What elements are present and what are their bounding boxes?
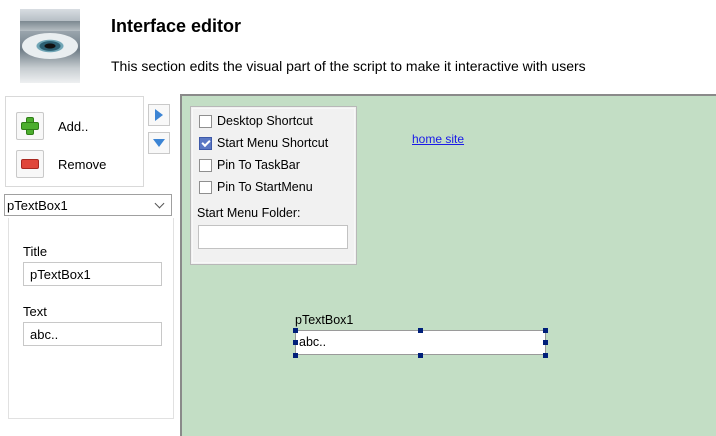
checkbox-label: Desktop Shortcut (217, 114, 313, 128)
home-site-link[interactable]: home site (412, 132, 464, 146)
add-icon-box (16, 112, 44, 140)
add-button-label: Add.. (58, 118, 89, 134)
resize-handle[interactable] (543, 328, 548, 333)
desktop-shortcut-checkbox[interactable]: Desktop Shortcut (199, 114, 313, 128)
resize-handle[interactable] (543, 353, 548, 358)
control-selector-dropdown[interactable]: pTextBox1 (4, 194, 172, 216)
minus-icon (21, 159, 39, 169)
text-property-label: Text (23, 304, 47, 319)
remove-icon-box (16, 150, 44, 178)
checkbox-box-checked[interactable] (199, 136, 212, 150)
header: Interface editor This section edits the … (0, 0, 716, 94)
shortcut-options-group[interactable]: Desktop Shortcut Start Menu Shortcut Pin… (190, 106, 357, 265)
resize-handle[interactable] (543, 340, 548, 345)
eye-icon (20, 9, 80, 83)
pin-startmenu-checkbox[interactable]: Pin To StartMenu (199, 180, 313, 194)
checkbox-label: Pin To StartMenu (217, 180, 313, 194)
checkbox-box[interactable] (199, 158, 212, 172)
resize-handle[interactable] (418, 328, 423, 333)
pin-taskbar-checkbox[interactable]: Pin To TaskBar (199, 158, 300, 172)
selected-textbox[interactable]: abc.. (295, 330, 546, 355)
checkbox-label: Start Menu Shortcut (217, 136, 329, 150)
plus-icon (21, 117, 39, 135)
resize-handle[interactable] (293, 353, 298, 358)
logo-eye (22, 33, 78, 59)
title-property-label: Title (23, 244, 48, 259)
move-down-button[interactable] (148, 132, 170, 154)
control-selector-value: pTextBox1 (7, 197, 68, 213)
start-menu-folder-label: Start Menu Folder: (197, 206, 301, 220)
properties-panel: Title Text (8, 218, 174, 419)
move-right-button[interactable] (148, 104, 170, 126)
controls-panel: Add.. Remove pTextBox1 Title Text (0, 94, 180, 436)
start-menu-shortcut-checkbox[interactable]: Start Menu Shortcut (199, 136, 328, 150)
text-property-input[interactable] (23, 322, 162, 346)
logo-brow (20, 21, 80, 31)
design-canvas[interactable]: Desktop Shortcut Start Menu Shortcut Pin… (180, 94, 716, 436)
add-button[interactable]: Add.. (16, 112, 88, 140)
page-title: Interface editor (111, 16, 242, 36)
checkbox-box[interactable] (199, 180, 212, 194)
remove-button[interactable]: Remove (16, 150, 106, 178)
title-property-input[interactable] (23, 262, 162, 286)
arrow-right-icon (155, 109, 163, 121)
resize-handle[interactable] (293, 328, 298, 333)
checkbox-box[interactable] (199, 114, 212, 128)
arrow-down-icon (153, 139, 165, 147)
control-buttons-box: Add.. Remove (5, 96, 144, 187)
textbox-caption[interactable]: pTextBox1 (295, 313, 353, 327)
page-subtitle: This section edits the visual part of th… (111, 58, 586, 74)
remove-button-label: Remove (58, 156, 107, 172)
start-menu-folder-input[interactable] (198, 225, 348, 249)
resize-handle[interactable] (418, 353, 423, 358)
resize-handle[interactable] (293, 340, 298, 345)
chevron-down-icon (154, 198, 165, 208)
checkbox-label: Pin To TaskBar (217, 158, 300, 172)
